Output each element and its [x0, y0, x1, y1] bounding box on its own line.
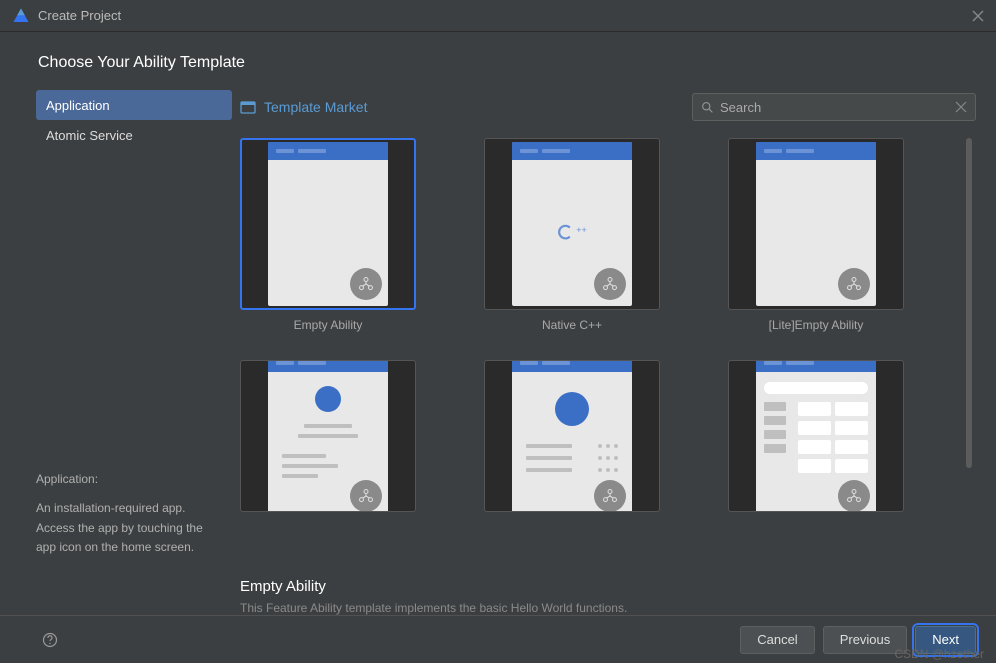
sidebar-item-application[interactable]: Application — [36, 90, 232, 120]
template-card-wrap: Empty Ability — [240, 138, 416, 332]
thumbnail — [268, 142, 388, 306]
columns: Application Atomic Service Application: … — [0, 90, 996, 615]
thumbnail: ++ — [512, 142, 632, 306]
search-box[interactable] — [692, 93, 976, 121]
cpp-icon: ++ — [557, 223, 587, 241]
cancel-button[interactable]: Cancel — [740, 626, 814, 654]
help-icon[interactable] — [42, 632, 58, 648]
template-label: Native C++ — [542, 318, 602, 332]
template-grid: Empty Ability ++ — [240, 138, 976, 512]
sidebar: Application Atomic Service Application: … — [36, 90, 240, 615]
market-icon — [240, 99, 256, 115]
thumbnail — [512, 360, 632, 512]
detail-title: Empty Ability — [240, 578, 976, 595]
sidebar-item-label: Application — [46, 98, 110, 113]
ability-badge-icon — [838, 480, 870, 512]
dialog-body: Choose Your Ability Template Application… — [0, 32, 996, 663]
ability-badge-icon — [594, 480, 626, 512]
footer: Cancel Previous Next — [0, 615, 996, 663]
template-card-grid[interactable] — [728, 360, 904, 512]
thumbnail — [268, 360, 388, 512]
template-grid-scroll[interactable]: Empty Ability ++ — [240, 138, 976, 566]
main-panel: Template Market — [240, 90, 996, 615]
thumbnail — [756, 360, 876, 512]
template-card-list[interactable] — [484, 360, 660, 512]
desc-title: Application: — [36, 470, 220, 489]
clear-icon[interactable] — [955, 101, 967, 113]
search-icon — [701, 101, 714, 114]
ability-badge-icon — [594, 268, 626, 300]
template-card-profile[interactable] — [240, 360, 416, 512]
template-card-wrap — [484, 360, 660, 512]
desc-body: An installation-required app. Access the… — [36, 499, 220, 557]
template-card-wrap — [240, 360, 416, 512]
template-card-native-cpp[interactable]: ++ — [484, 138, 660, 310]
search-input[interactable] — [720, 100, 949, 115]
ability-badge-icon — [350, 268, 382, 300]
sidebar-description: Application: An installation-required ap… — [36, 470, 240, 557]
sidebar-item-label: Atomic Service — [46, 128, 133, 143]
thumbnail — [756, 142, 876, 306]
ability-badge-icon — [350, 480, 382, 512]
sidebar-item-atomic-service[interactable]: Atomic Service — [36, 120, 232, 150]
close-icon[interactable] — [972, 10, 984, 22]
template-detail: Empty Ability This Feature Ability templ… — [240, 566, 976, 615]
template-card-wrap: ++ Native C++ — [484, 138, 660, 332]
template-card-wrap — [728, 360, 904, 512]
toolbar: Template Market — [240, 90, 976, 124]
titlebar: Create Project — [0, 0, 996, 32]
scrollbar[interactable] — [966, 138, 972, 516]
template-market-link[interactable]: Template Market — [264, 99, 367, 115]
detail-description: This Feature Ability template implements… — [240, 601, 976, 615]
page-heading: Choose Your Ability Template — [0, 32, 996, 90]
template-card-wrap: [Lite]Empty Ability — [728, 138, 904, 332]
template-label: Empty Ability — [294, 318, 363, 332]
window-title: Create Project — [38, 8, 972, 23]
app-logo-icon — [12, 7, 30, 25]
template-label: [Lite]Empty Ability — [769, 318, 864, 332]
watermark: CSDN @hzether — [894, 647, 984, 661]
template-card-lite-empty-ability[interactable] — [728, 138, 904, 310]
ability-badge-icon — [838, 268, 870, 300]
template-card-empty-ability[interactable] — [240, 138, 416, 310]
